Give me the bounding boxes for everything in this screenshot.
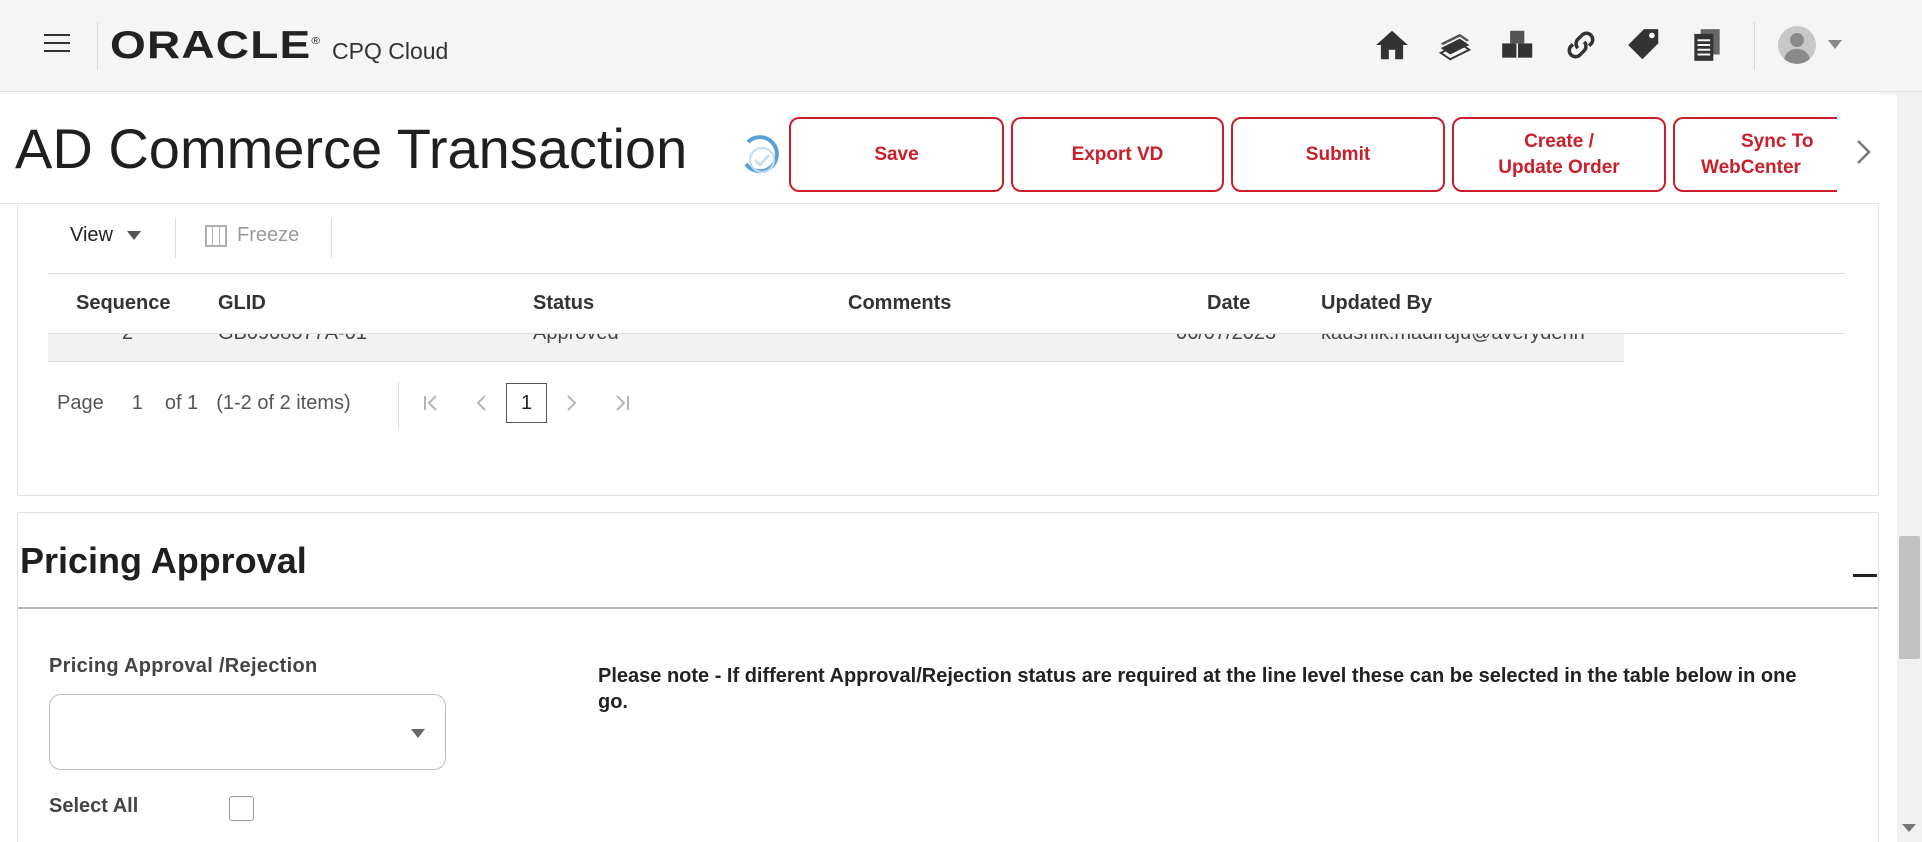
- view-menu[interactable]: View: [70, 224, 141, 247]
- submit-button[interactable]: Submit: [1231, 117, 1445, 192]
- scroll-down-icon[interactable]: [1902, 824, 1916, 832]
- hamburger-menu-icon[interactable]: [44, 34, 70, 54]
- cell-status: Approved: [533, 334, 619, 345]
- freeze-columns-icon: [205, 224, 227, 247]
- items-range: (1-2 of 2 items): [216, 392, 351, 414]
- page-number: 1: [131, 392, 143, 414]
- divider: [398, 382, 399, 428]
- column-header-updated-by[interactable]: Updated By: [1321, 292, 1432, 315]
- previous-page-icon[interactable]: [474, 393, 490, 413]
- button-label-line: WebCenter: [1701, 156, 1801, 178]
- divider: [175, 218, 176, 258]
- freeze-button[interactable]: Freeze: [205, 224, 299, 247]
- pricing-note: Please note - If different Approval/Reje…: [598, 665, 1797, 713]
- export-vd-button[interactable]: Export VD: [1011, 117, 1224, 192]
- refresh-spinner-icon: [744, 135, 779, 174]
- page-label: Page: [57, 392, 104, 414]
- boxes-icon[interactable]: [1496, 22, 1539, 68]
- table-row[interactable]: 2 GB0908077A-01 Approved 06/07/2023 kaus…: [48, 334, 1624, 362]
- save-button[interactable]: Save: [789, 117, 1004, 192]
- column-header-comments[interactable]: Comments: [848, 292, 951, 315]
- divider: [1754, 22, 1755, 70]
- header-icon-bar: [1370, 22, 1728, 68]
- view-label: View: [70, 224, 113, 246]
- action-buttons: Save Export VD Submit Create / Update Or…: [789, 117, 1837, 192]
- pagination: Page 1 of 1 (1-2 of 2 items): [57, 392, 351, 415]
- collapse-icon[interactable]: [1853, 574, 1877, 577]
- brand-text: ORACLE: [110, 24, 312, 67]
- table-toolbar: [48, 204, 1845, 274]
- cell-glid: GB0908077A-01: [218, 334, 367, 345]
- cell-date: 06/07/2023: [1176, 334, 1276, 345]
- scrollbar-thumb[interactable]: [1899, 536, 1920, 659]
- create-update-order-button[interactable]: Create / Update Order: [1452, 117, 1666, 192]
- oracle-logo[interactable]: ORACLE®: [110, 24, 321, 68]
- page-count: of 1: [164, 392, 199, 414]
- pricing-approval-select[interactable]: [49, 694, 446, 770]
- chevron-down-icon[interactable]: [411, 729, 425, 738]
- trademark-mark: ®: [311, 36, 322, 47]
- button-label-line: Update Order: [1498, 156, 1620, 178]
- column-header-sequence[interactable]: Sequence: [76, 292, 170, 315]
- cell-updated-by: kaushik.madiraju@averydenn: [1321, 334, 1585, 345]
- tag-icon[interactable]: [1622, 22, 1665, 68]
- next-page-icon[interactable]: [563, 393, 579, 413]
- last-page-icon[interactable]: [613, 393, 631, 413]
- column-header-glid[interactable]: GLID: [218, 292, 266, 315]
- top-header: ORACLE® CPQ Cloud: [0, 0, 1922, 92]
- section-title: Pricing Approval: [20, 540, 307, 581]
- page-title: AD Commerce Transaction: [15, 117, 688, 180]
- column-header-status[interactable]: Status: [533, 292, 594, 315]
- home-icon[interactable]: [1370, 22, 1413, 68]
- product-name: CPQ Cloud: [332, 38, 449, 64]
- button-label-line: Sync To: [1741, 130, 1814, 152]
- divider: [18, 607, 1878, 609]
- avatar-icon[interactable]: [1778, 26, 1816, 64]
- caret-down-icon: [127, 231, 141, 240]
- divider: [331, 218, 332, 258]
- first-page-icon[interactable]: [422, 393, 440, 413]
- select-all-label: Select All: [49, 795, 139, 817]
- link-icon[interactable]: [1559, 22, 1602, 68]
- sync-to-webcenter-button[interactable]: Sync To WebCenter: [1673, 117, 1837, 192]
- cell-sequence: 2: [122, 334, 133, 345]
- money-icon[interactable]: [1433, 22, 1476, 68]
- chevron-right-icon[interactable]: [1852, 136, 1876, 168]
- current-page-button[interactable]: 1: [506, 383, 547, 423]
- column-header-date[interactable]: Date: [1207, 292, 1250, 315]
- select-all-checkbox[interactable]: [229, 796, 254, 821]
- vertical-scrollbar[interactable]: [1897, 92, 1922, 842]
- button-label-line: Create /: [1524, 130, 1594, 152]
- pricing-approval-label: Pricing Approval /Rejection: [49, 655, 318, 677]
- documents-icon[interactable]: [1685, 22, 1728, 68]
- user-menu-caret-icon[interactable]: [1828, 40, 1842, 49]
- freeze-label: Freeze: [237, 224, 300, 246]
- divider: [97, 22, 98, 70]
